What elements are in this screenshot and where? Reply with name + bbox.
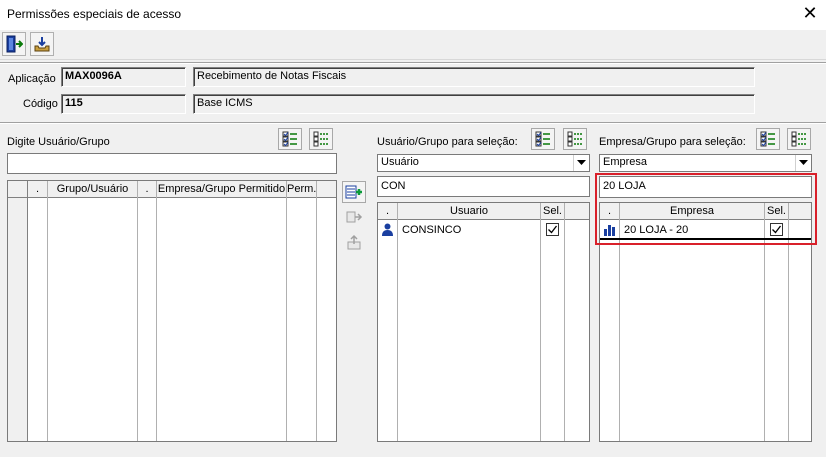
user-name-cell: CONSINCO: [402, 224, 462, 236]
aplicacao-code-field: MAX0096A: [61, 67, 186, 87]
move-right-disabled-icon: [346, 211, 363, 223]
aplicacao-label: Aplicação: [8, 73, 56, 85]
checklist-checked-icon: [535, 131, 550, 147]
add-to-list-icon: [345, 185, 362, 199]
codigo-description-field: Base ICMS: [193, 94, 755, 114]
col-marker: .: [378, 203, 398, 220]
col-usuario[interactable]: Usuario: [398, 203, 541, 220]
checklist-empty-icon: [791, 131, 806, 147]
grid-line: [156, 181, 157, 441]
left-panel-label: Digite Usuário/Grupo: [7, 136, 110, 148]
user-icon: [382, 223, 393, 236]
checklist-empty-icon: [567, 131, 582, 147]
checklist-empty-icon: [313, 131, 328, 147]
middle-select-all-button[interactable]: [531, 128, 555, 150]
user-group-input[interactable]: [7, 153, 337, 174]
permissions-grid-header: . Grupo/Usuário . Empresa/Grupo Permitid…: [8, 181, 336, 198]
row-indicator-column: [8, 198, 27, 441]
grid-line: [316, 181, 317, 441]
grid-line: [286, 181, 287, 441]
toolbar: [0, 30, 826, 60]
codigo-field: 115: [61, 94, 186, 114]
chevron-down-icon[interactable]: [795, 155, 811, 171]
right-deselect-all-button[interactable]: [787, 128, 811, 150]
window-title: Permissões especiais de acesso: [7, 7, 182, 21]
remove-permission-button[interactable]: [342, 231, 366, 253]
checklist-checked-icon: [282, 131, 297, 147]
move-permission-button[interactable]: [342, 206, 366, 228]
save-button[interactable]: [30, 32, 54, 56]
close-button[interactable]: ✕: [797, 2, 823, 26]
user-select-checkbox[interactable]: [546, 223, 559, 236]
grid-line: [47, 181, 48, 441]
user-selection-grid[interactable]: . Usuario Sel. CONSINCO: [377, 202, 590, 442]
user-type-select-value: Usuário: [381, 156, 419, 168]
save-tray-icon: [34, 37, 50, 52]
add-permission-button[interactable]: [342, 181, 366, 203]
checkmark-icon: [548, 225, 558, 234]
grid-line: [27, 181, 28, 441]
upload-disabled-icon: [347, 234, 361, 250]
exit-door-icon: [6, 35, 23, 53]
col-empresa-grupo[interactable]: Empresa/Grupo Permitido: [157, 181, 287, 198]
right-panel-label: Empresa/Grupo para seleção:: [599, 136, 746, 148]
checklist-checked-icon: [760, 131, 775, 147]
user-grid-header: . Usuario Sel.: [378, 203, 589, 220]
middle-panel-label: Usuário/Grupo para seleção:: [377, 136, 518, 148]
permissions-grid[interactable]: . Grupo/Usuário . Empresa/Grupo Permitid…: [7, 180, 337, 442]
aplicacao-description-field: Recebimento de Notas Fiscais: [193, 67, 755, 87]
right-select-all-button[interactable]: [756, 128, 780, 150]
codigo-label: Código: [23, 98, 58, 110]
col-marker: .: [28, 181, 48, 198]
col-grupo-usuario[interactable]: Grupo/Usuário: [48, 181, 138, 198]
highlight-box: [595, 173, 817, 245]
table-row[interactable]: CONSINCO: [378, 220, 589, 240]
user-filter-input[interactable]: CON: [377, 176, 590, 197]
grid-line: [137, 181, 138, 441]
chevron-down-icon[interactable]: [573, 155, 589, 171]
col-marker-2: .: [138, 181, 157, 198]
col-perm[interactable]: Perm.: [287, 181, 317, 198]
exit-button[interactable]: [2, 32, 26, 56]
company-type-select[interactable]: Empresa: [599, 154, 812, 172]
middle-deselect-all-button[interactable]: [563, 128, 587, 150]
user-type-select[interactable]: Usuário: [377, 154, 590, 172]
company-type-select-value: Empresa: [603, 156, 648, 168]
toolbar-separator: [0, 62, 826, 64]
col-corner: [8, 181, 28, 198]
form-divider: [0, 122, 826, 124]
left-deselect-all-button[interactable]: [309, 128, 333, 150]
col-sel[interactable]: Sel.: [541, 203, 565, 220]
left-select-all-button[interactable]: [278, 128, 302, 150]
